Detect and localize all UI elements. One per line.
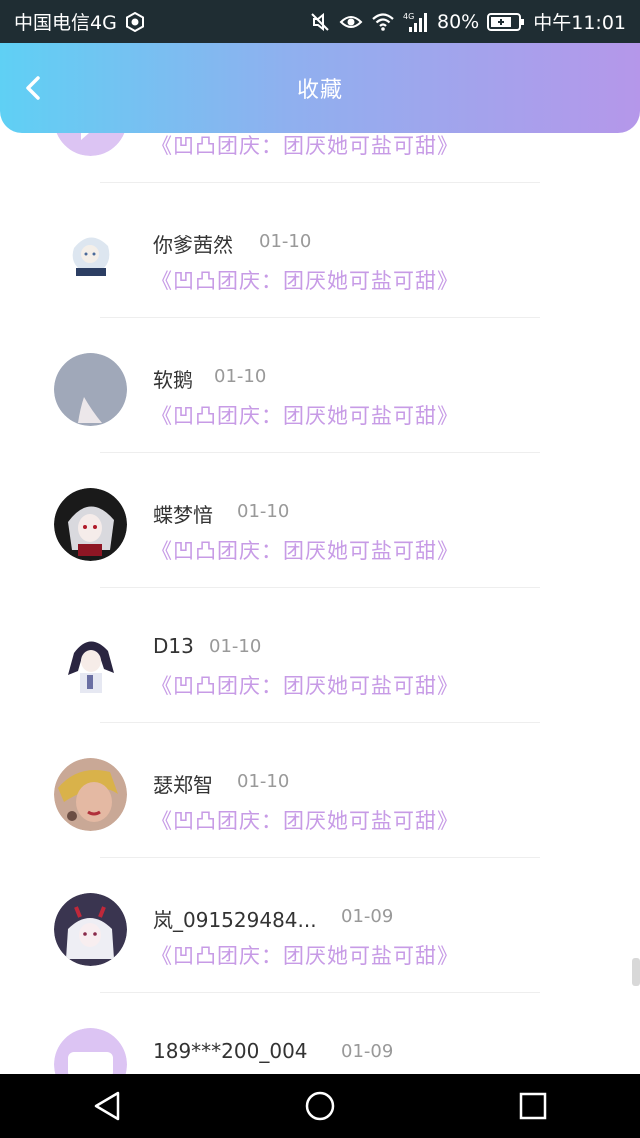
username: 软鹅 (153, 368, 193, 392)
username: 蝶梦愔 (153, 503, 213, 527)
moon-avatar (54, 353, 127, 426)
username: 你爹茜然 (153, 233, 233, 257)
list-item[interactable]: 《凹凸团庆：团厌她可盐可甜》 (0, 133, 640, 183)
date: 01-09 (341, 1041, 394, 1062)
favorite-title[interactable]: 《凹凸团庆：团厌她可盐可甜》 (151, 940, 459, 970)
date: 01-10 (259, 231, 312, 252)
date: 01-09 (341, 906, 394, 927)
avatar[interactable] (54, 1028, 127, 1074)
battery-percent: 80% (437, 10, 480, 33)
avatar[interactable] (54, 893, 127, 966)
nav-recents-button[interactable] (503, 1076, 563, 1136)
woman-photo-avatar (54, 758, 127, 831)
username: 瑟郑智 (153, 773, 213, 797)
back-triangle-icon (94, 1091, 119, 1121)
avatar[interactable] (54, 353, 127, 426)
page-title: 收藏 (296, 78, 343, 103)
battery-icon (487, 12, 525, 32)
mute-icon (309, 11, 331, 33)
header-bar: 收藏 (0, 43, 640, 133)
scrollbar-thumb[interactable] (632, 958, 640, 986)
favorite-title[interactable]: 《凹凸团庆：团厌她可盐可甜》 (151, 133, 459, 160)
eye-icon (339, 12, 363, 32)
status-bar: 中国电信4G 4G 80% 中午11:01 (0, 0, 640, 43)
avatar[interactable] (54, 488, 127, 561)
wechat-icon (125, 11, 145, 32)
list-item[interactable]: 岚_091529484... 01-09 《凹凸团庆：团厌她可盐可甜》 (0, 858, 640, 993)
carrier-label: 中国电信4G (14, 12, 117, 34)
avatar[interactable] (54, 758, 127, 831)
signal-icon: 4G (403, 11, 429, 33)
list-item[interactable]: D13 01-10 《凹凸团庆：团厌她可盐可甜》 (0, 588, 640, 723)
status-left: 中国电信4G (14, 8, 145, 35)
system-nav-bar (0, 1074, 640, 1138)
clock: 中午11:01 (533, 12, 626, 34)
username: D13 (153, 634, 194, 658)
wifi-icon (371, 12, 395, 32)
date: 01-10 (214, 366, 267, 387)
anime-girl-white-avatar (54, 218, 127, 291)
list-item[interactable]: 蝶梦愔 01-10 《凹凸团庆：团厌她可盐可甜》 (0, 453, 640, 588)
username: 岚_091529484... (153, 908, 317, 932)
network-label: 4G (403, 12, 414, 21)
list-item[interactable]: 瑟郑智 01-10 《凹凸团庆：团厌她可盐可甜》 (0, 723, 640, 858)
favorites-list[interactable]: 《凹凸团庆：团厌她可盐可甜》 你爹茜然 01-10 《凹凸团庆：团厌她可盐可甜》 (0, 133, 640, 1074)
status-right: 4G 80% 中午11:01 (309, 8, 626, 35)
date: 01-10 (237, 501, 290, 522)
favorite-title[interactable]: 《凹凸团庆：团厌她可盐可甜》 (151, 805, 459, 835)
anime-girl-horns-avatar (54, 893, 127, 966)
favorite-title[interactable]: 《凹凸团庆：团厌她可盐可甜》 (151, 400, 459, 430)
chat-bubble-avatar (54, 1028, 127, 1074)
nav-home-button[interactable] (290, 1076, 350, 1136)
home-circle-icon (305, 1091, 335, 1121)
username: 189***200_004 (153, 1039, 308, 1063)
list-item[interactable]: 你爹茜然 01-10 《凹凸团庆：团厌她可盐可甜》 (0, 183, 640, 318)
recents-square-icon (520, 1092, 547, 1120)
nav-back-button[interactable] (77, 1076, 137, 1136)
chevron-left-icon (26, 76, 40, 100)
back-button[interactable] (18, 68, 48, 108)
list-item[interactable]: 189***200_004 01-09 (0, 993, 640, 1074)
favorite-title[interactable]: 《凹凸团庆：团厌她可盐可甜》 (151, 265, 459, 295)
list-item[interactable]: 软鹅 01-10 《凹凸团庆：团厌她可盐可甜》 (0, 318, 640, 453)
chat-bubble-avatar (56, 133, 125, 156)
anime-girl-ponytail-avatar (54, 623, 127, 696)
avatar[interactable] (54, 623, 127, 696)
favorite-title[interactable]: 《凹凸团庆：团厌她可盐可甜》 (151, 535, 459, 565)
favorite-title[interactable]: 《凹凸团庆：团厌她可盐可甜》 (151, 670, 459, 700)
avatar[interactable] (54, 133, 127, 156)
date: 01-10 (209, 636, 262, 657)
date: 01-10 (237, 771, 290, 792)
avatar[interactable] (54, 218, 127, 291)
anime-girl-silver-avatar (54, 488, 127, 561)
